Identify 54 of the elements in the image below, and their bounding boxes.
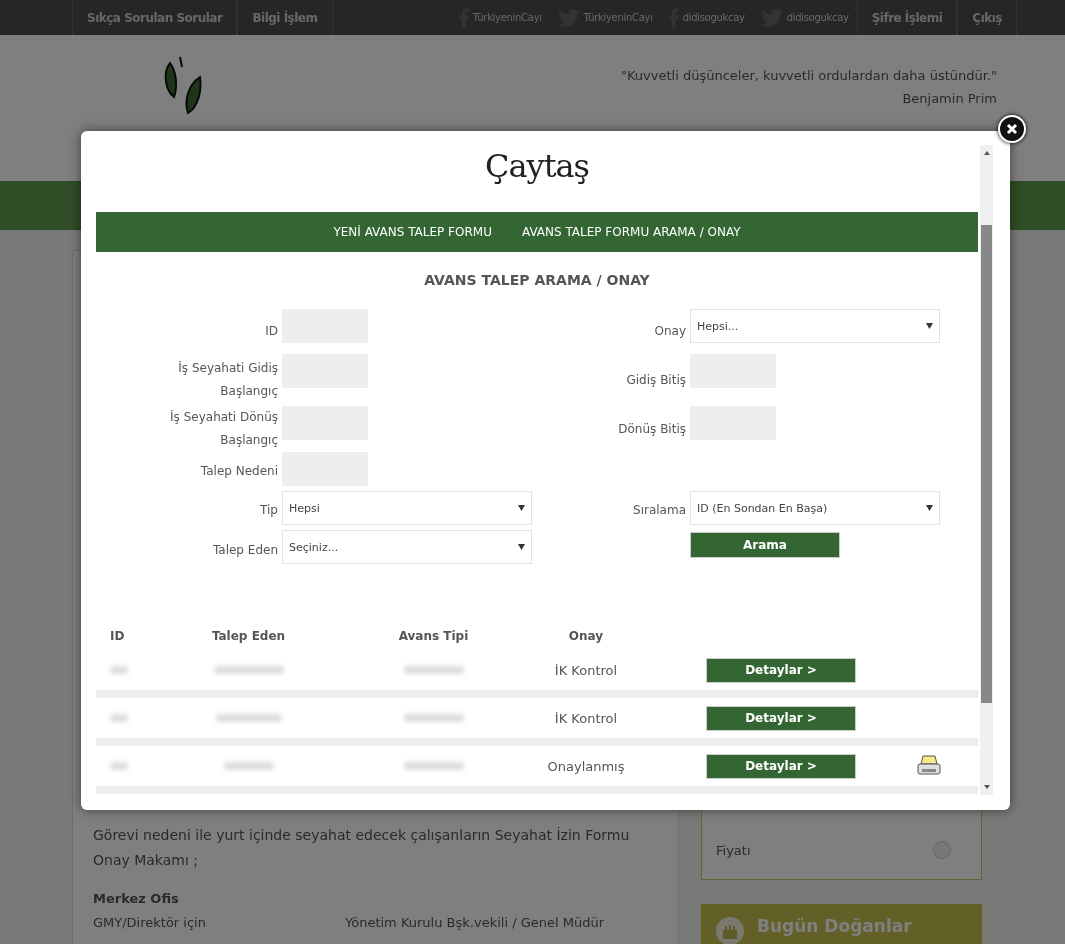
caret-icon <box>926 323 933 329</box>
column-header: Onay <box>567 629 605 643</box>
field-label: Tip <box>259 502 279 519</box>
details-button[interactable]: Detaylar > <box>706 657 856 683</box>
panel-title: Bugün Doğanlar <box>757 916 912 936</box>
blurred-text <box>215 714 282 722</box>
table-cell: İK Kontrol <box>554 662 618 678</box>
field-label: İş Seyahati Dönüş Başlangıç <box>169 409 279 449</box>
field-label: ID <box>264 323 279 340</box>
option-label: Fiyatı <box>716 842 751 858</box>
radio-button[interactable] <box>933 841 951 859</box>
form-title: AVANS TALEP ARAMA / ONAY <box>423 271 651 290</box>
menu-link[interactable]: YENİ AVANS TALEP FORMU <box>333 225 492 239</box>
blurred-text <box>223 762 274 770</box>
approval-text: Yönetim Kurulu Bşk.vekili / Genel Müdür <box>345 915 604 930</box>
section-title: Merkez Ofis <box>93 891 179 906</box>
details-button[interactable]: Detaylar > <box>706 705 856 731</box>
search-button[interactable]: Arama <box>690 532 840 558</box>
blurred-text <box>403 714 464 722</box>
details-button[interactable]: Detaylar > <box>706 753 856 779</box>
logo: Çaytaş <box>484 146 590 187</box>
dropdown[interactable]: Hepsi... <box>690 309 940 343</box>
field-label: Gidiş Bitiş <box>625 371 687 389</box>
menu-link[interactable]: AVANS TALEP FORMU ARAMA / ONAY <box>521 225 741 239</box>
field-label: Dönüş Bitiş <box>617 420 687 438</box>
blurred-text <box>403 666 464 674</box>
table-cell: Onaylanmış <box>547 758 625 774</box>
blurred-text <box>110 666 128 674</box>
close-icon <box>1006 123 1018 135</box>
dropdown[interactable]: Seçiniz... <box>282 530 532 564</box>
field-label: İş Seyahati Gidiş Başlangıç <box>177 360 279 400</box>
table-cell: İK Kontrol <box>554 710 618 726</box>
blurred-text <box>110 714 128 722</box>
quote-text: "Kuvvetli düşünceler, kuvvetli ordulardan daha üstündür." <box>621 68 997 83</box>
field-label: Onay <box>653 323 687 340</box>
blurred-text <box>110 762 128 770</box>
field-label: Sıralama <box>632 502 687 519</box>
blurred-text <box>213 666 284 674</box>
scrollbar[interactable] <box>980 145 993 795</box>
field-label: Talep Eden <box>211 541 279 559</box>
caret-icon <box>518 505 525 511</box>
printer-icon[interactable] <box>916 754 942 778</box>
paragraph: Görevi nedeni ile yurt içinde seyahat edecek çalışanların Seyahat İzin Formu Onay Makamı ; <box>93 826 631 870</box>
caret-icon <box>518 544 525 550</box>
column-header: Avans Tipi <box>397 629 470 643</box>
approval-text: GMY/Direktör için <box>93 915 207 930</box>
caret-icon <box>926 505 933 511</box>
quote-author: Benjamin Prim <box>901 91 997 106</box>
field-label: Talep Nedeni <box>199 463 279 480</box>
dropdown[interactable]: Hepsi <box>282 491 532 525</box>
column-header: ID <box>109 629 126 643</box>
blurred-text <box>403 762 464 770</box>
column-header: Talep Eden <box>210 629 287 643</box>
dropdown[interactable]: ID (En Sondan En Başa) <box>690 491 940 525</box>
